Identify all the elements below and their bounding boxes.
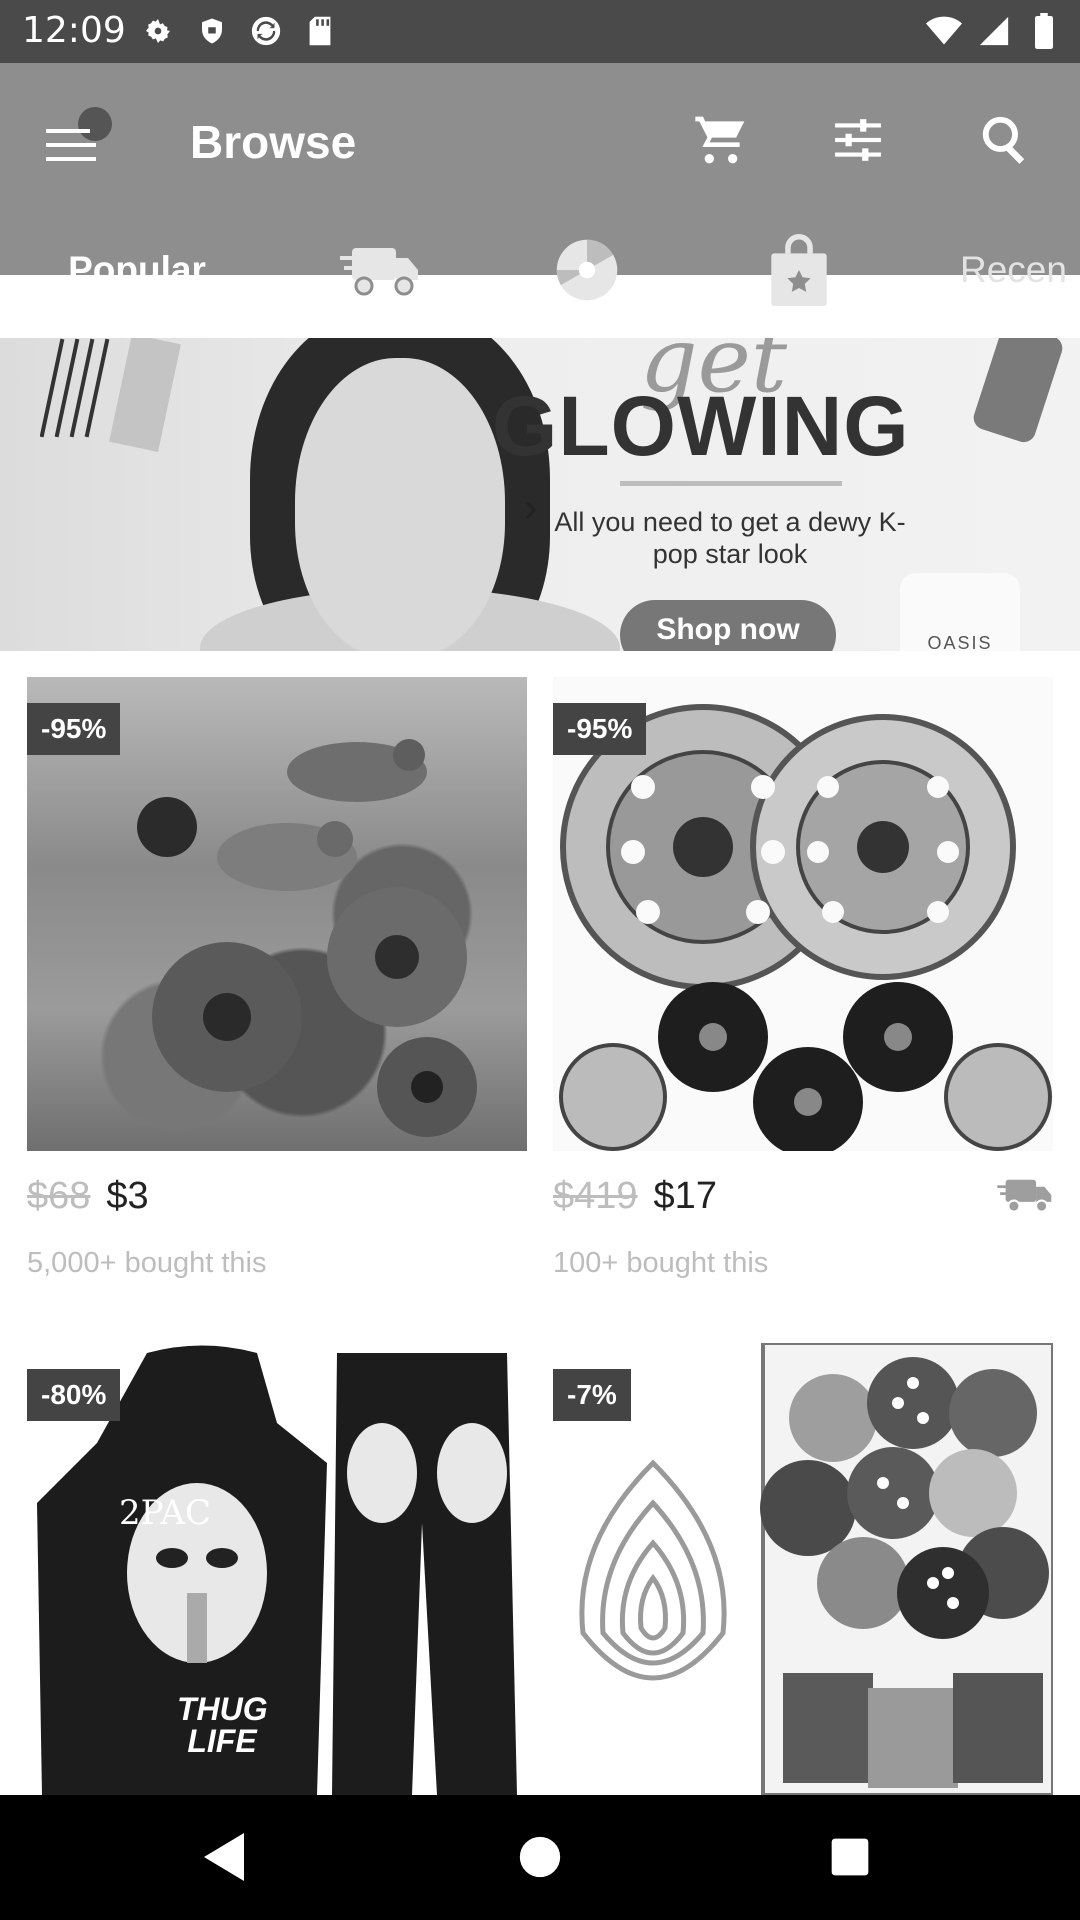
chevron-right-icon: ›: [524, 486, 538, 530]
truck-icon: [997, 1179, 1052, 1213]
promo-banner[interactable]: get GLOWING › All you need to get a dewy…: [0, 338, 1080, 651]
home-circle-icon: [519, 1836, 561, 1878]
status-time: 12:09: [22, 10, 126, 51]
shop-now-button[interactable]: Shop now: [620, 600, 836, 651]
category-tabs: Popular Recen: [0, 205, 1080, 335]
tab-fast-shipping[interactable]: [320, 205, 440, 335]
discount-badge: -7%: [553, 1369, 631, 1421]
cream-jar-image: OASIS: [900, 573, 1020, 651]
status-system-icons: [926, 12, 1062, 50]
discount-badge: -80%: [27, 1369, 121, 1421]
status-bar: 12:09: [0, 0, 1080, 63]
back-triangle-icon: [204, 1833, 244, 1881]
spinner-icon: [556, 239, 618, 301]
product-image[interactable]: -7%: [553, 1343, 1053, 1795]
bought-count: 100+ bought this: [553, 1247, 769, 1279]
hood-print-text: 2PAC: [119, 1493, 211, 1533]
shopping-bag-star-icon: [771, 234, 827, 306]
cart-button[interactable]: [686, 105, 756, 175]
home-button[interactable]: [508, 1825, 572, 1889]
tab-spin[interactable]: [532, 205, 642, 335]
sale-price: $3: [106, 1175, 149, 1217]
recents-square-icon: [831, 1838, 869, 1876]
filter-icon: [835, 119, 881, 161]
product-image[interactable]: -95%: [27, 677, 527, 1151]
system-nav-bar: [0, 1795, 1080, 1920]
tab-popular[interactable]: Popular: [0, 205, 274, 335]
discount-badge: -95%: [27, 703, 121, 755]
cart-icon: [695, 116, 745, 164]
product-card[interactable]: -7%: [553, 1343, 1053, 1795]
discount-badge: -95%: [553, 703, 647, 755]
banner-subtitle: All you need to get a dewy K-pop star lo…: [554, 507, 906, 569]
banner-divider: [620, 481, 842, 486]
banner-headline: GLOWING: [492, 379, 910, 473]
tab-indicator: [0, 329, 274, 335]
price-row: $419 $17: [553, 1175, 717, 1218]
makeup-brushes-image: [40, 338, 181, 452]
bought-count: 5,000+ bought this: [27, 1247, 267, 1279]
menu-button[interactable]: [40, 107, 112, 177]
original-price: $68: [27, 1175, 91, 1217]
price-row: $68 $3: [27, 1175, 149, 1218]
signal-icon: [976, 12, 1012, 50]
product-image[interactable]: -95%: [553, 677, 1053, 1151]
shield-icon: [194, 12, 230, 50]
jar-label: OASIS: [927, 633, 993, 651]
tab-recent-label: Recen: [960, 249, 1067, 290]
search-button[interactable]: [971, 105, 1041, 175]
search-icon: [982, 116, 1025, 164]
product-bottle-image: [970, 338, 1066, 446]
product-image[interactable]: 2PAC THUG LIFE -80%: [27, 1343, 527, 1795]
sync-icon: [248, 12, 284, 50]
page-title: Browse: [190, 116, 357, 168]
battery-icon: [1026, 12, 1062, 50]
product-card[interactable]: -95% $68 $3 5,000+ bought this: [27, 677, 527, 1297]
sd-card-icon: [302, 12, 338, 50]
hoodie-print-text: THUG LIFE: [177, 1691, 268, 1759]
hamburger-menu-icon: [46, 129, 96, 161]
truck-icon: [340, 248, 418, 296]
wifi-icon: [926, 12, 962, 50]
gear-icon: [140, 12, 176, 50]
tab-recent[interactable]: Recen: [960, 205, 1080, 335]
tab-brands[interactable]: [744, 205, 854, 335]
sale-price: $17: [653, 1175, 717, 1217]
original-price: $419: [553, 1175, 638, 1217]
back-button[interactable]: [192, 1825, 256, 1889]
tab-popular-label: Popular: [68, 249, 206, 290]
product-card[interactable]: 2PAC THUG LIFE -80%: [27, 1343, 527, 1795]
model-face: [295, 358, 505, 651]
product-card[interactable]: -95% $419 $17 100+ bought this: [553, 677, 1053, 1297]
status-notification-icons: [140, 12, 338, 50]
filter-button[interactable]: [823, 105, 893, 175]
recents-button[interactable]: [818, 1825, 882, 1889]
